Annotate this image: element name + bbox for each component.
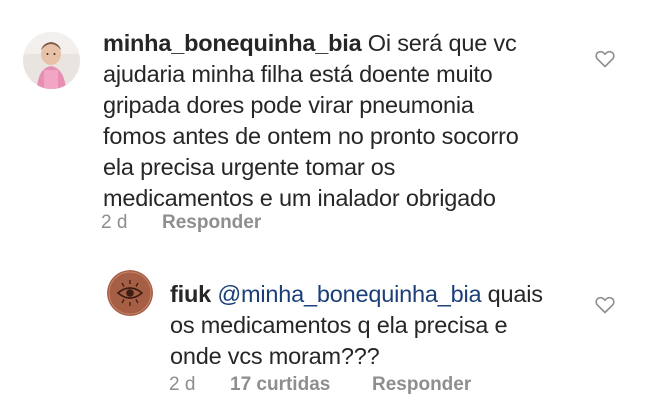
reply-time: 2 d (169, 374, 196, 395)
reply-item: fiuk @minha_bonequinha_bia quais os medi… (0, 250, 647, 420)
reply-text: fiuk @minha_bonequinha_bia quais os medi… (170, 279, 560, 372)
reply-button[interactable]: Responder (162, 212, 261, 234)
comment-text: minha_bonequinha_bia Oi será que vc ajud… (103, 28, 543, 214)
child-photo-avatar-icon (23, 32, 80, 89)
comment-body: Oi será que vc ajudaria minha filha está… (103, 30, 519, 211)
heart-outline-icon (595, 296, 615, 314)
like-button[interactable] (595, 296, 615, 314)
reply-meta: 2 d 17 curtidas Responder (169, 374, 509, 396)
likes-count[interactable]: 17 curtidas (230, 374, 330, 396)
like-button[interactable] (595, 50, 615, 68)
comment-meta: 2 d Responder (101, 212, 401, 234)
reply-button[interactable]: Responder (372, 374, 471, 396)
comment-time: 2 d (101, 212, 128, 233)
eye-emblem-icon (107, 270, 153, 316)
avatar[interactable] (107, 270, 153, 316)
comment-username[interactable]: minha_bonequinha_bia (103, 30, 362, 56)
reply-username[interactable]: fiuk (170, 281, 211, 307)
reply-mention[interactable]: @minha_bonequinha_bia (217, 281, 481, 307)
comment-item: minha_bonequinha_bia Oi será que vc ajud… (0, 0, 647, 250)
heart-outline-icon (595, 50, 615, 68)
avatar[interactable] (23, 32, 80, 89)
